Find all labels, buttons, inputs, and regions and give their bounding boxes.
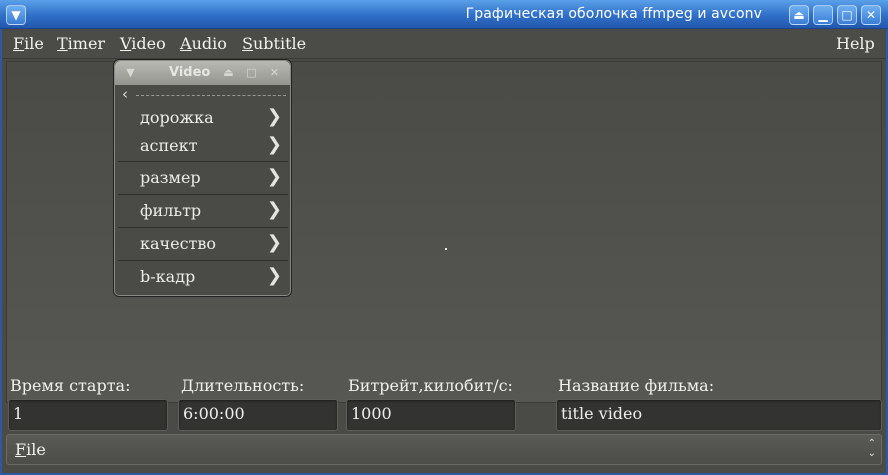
chevron-right-icon: ❯	[266, 166, 282, 187]
menu-help[interactable]: Help	[836, 34, 875, 53]
start-time-label: Время старта:	[10, 376, 131, 395]
menu-item-label: качество	[140, 234, 217, 253]
minimize-icon[interactable]: ▁	[813, 5, 833, 25]
preview-dot	[445, 248, 447, 250]
menu-item-label: b-кадр	[140, 267, 196, 286]
shade-icon[interactable]: ⏏	[220, 65, 237, 81]
output-type-combo[interactable]: File ⌃ ⌄	[6, 434, 882, 465]
film-name-label: Название фильма:	[558, 376, 715, 395]
start-time-input[interactable]: 1	[8, 399, 168, 431]
maximize-icon[interactable]: □	[243, 65, 260, 81]
combo-arrows-icon: ⌃ ⌄	[867, 438, 876, 459]
menu-item-label: фильтр	[140, 201, 202, 220]
close-icon[interactable]: ✕	[861, 5, 881, 25]
video-menu-window[interactable]: ▼ Video ⏏ □ ✕ ‹ дорожка ❯ аспект ❯ разме…	[113, 59, 292, 297]
maximize-icon[interactable]: □	[837, 5, 857, 25]
chevron-right-icon: ❯	[266, 134, 282, 155]
chevron-right-icon: ❯	[266, 232, 282, 253]
bitrate-label: Битрейт,килобит/с:	[348, 376, 513, 395]
menu-item-quality[interactable]: качество ❯	[118, 227, 288, 260]
video-menu-title: Video	[169, 65, 211, 80]
menu-item-bframe[interactable]: b-кадр ❯	[118, 260, 288, 293]
chevron-down-icon[interactable]: ▼	[122, 65, 139, 81]
window-title: Графическая оболочка ffmpeg и avconv	[465, 6, 762, 22]
duration-label: Длительность:	[181, 376, 305, 395]
menu-item-label: аспект	[140, 136, 198, 155]
chevron-right-icon: ❯	[266, 106, 282, 127]
menu-item-filter[interactable]: фильтр ❯	[118, 194, 288, 227]
menubar: File Timer Video Audio Subtitle Help	[2, 29, 886, 59]
menu-item-label: размер	[140, 168, 201, 187]
shade-icon[interactable]: ⏏	[789, 5, 809, 25]
window-menu-icon[interactable]: ▼	[6, 5, 26, 25]
tearoff-line[interactable]: ‹	[118, 85, 288, 103]
chevron-right-icon: ❯	[266, 265, 282, 286]
window-titlebar[interactable]: ▼ Графическая оболочка ffmpeg и avconv ⏏…	[0, 0, 888, 29]
menu-item-size[interactable]: размер ❯	[118, 161, 288, 194]
bitrate-input[interactable]: 1000	[346, 399, 516, 431]
menu-video[interactable]: Video	[120, 34, 166, 53]
tearoff-dash	[136, 95, 286, 96]
back-arrow-icon: ‹	[122, 85, 128, 103]
combo-value: File	[15, 440, 46, 459]
menu-file[interactable]: File	[13, 34, 44, 53]
video-menu-titlebar[interactable]: ▼ Video ⏏ □ ✕	[115, 61, 290, 85]
menu-item-label: дорожка	[140, 108, 214, 127]
duration-input[interactable]: 6:00:00	[178, 399, 338, 431]
menu-item-aspect[interactable]: аспект ❯	[118, 130, 288, 163]
menu-subtitle[interactable]: Subtitle	[242, 34, 306, 53]
close-icon[interactable]: ✕	[266, 65, 283, 81]
film-name-input[interactable]: title video	[556, 399, 882, 431]
chevron-right-icon: ❯	[266, 199, 282, 220]
menu-timer[interactable]: Timer	[57, 34, 105, 53]
menu-audio[interactable]: Audio	[180, 34, 227, 53]
